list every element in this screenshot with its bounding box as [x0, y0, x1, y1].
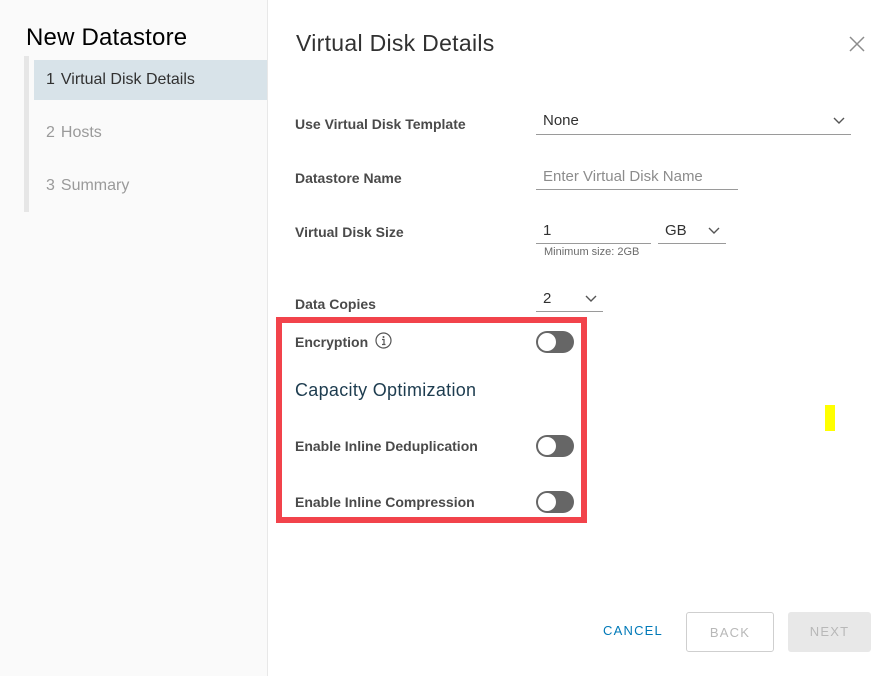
back-button[interactable]: BACK [686, 612, 774, 652]
compression-label: Enable Inline Compression [295, 494, 475, 510]
chevron-down-icon [708, 227, 720, 234]
chevron-down-icon [833, 117, 845, 124]
data-copies-select[interactable]: 2 [536, 288, 603, 312]
disk-size-value: 1 [543, 222, 552, 239]
disk-size-input[interactable]: 1 [536, 220, 651, 244]
wizard-step-nav: New Datastore 1 Virtual Disk Details 2 H… [0, 0, 268, 676]
cancel-button[interactable]: CANCEL [594, 623, 672, 643]
step-virtual-disk-details[interactable]: 1 Virtual Disk Details [34, 60, 267, 100]
template-label: Use Virtual Disk Template [295, 116, 466, 132]
disk-size-unit: GB [665, 222, 687, 239]
step-label: Hosts [60, 124, 102, 141]
datastore-name-input[interactable]: Enter Virtual Disk Name [536, 166, 738, 190]
dedup-toggle[interactable] [536, 435, 574, 457]
encryption-label: Encryption [295, 334, 369, 350]
step-number: 3 [46, 177, 55, 194]
toggle-knob [538, 437, 556, 455]
wizard-main-panel: Virtual Disk Details Use Virtual Disk Te… [268, 0, 896, 676]
datastore-name-label: Datastore Name [295, 170, 402, 186]
chevron-down-icon [585, 295, 597, 302]
step-label: Summary [60, 177, 130, 194]
dedup-label: Enable Inline Deduplication [295, 438, 478, 454]
page-title: Virtual Disk Details [296, 30, 495, 56]
yellow-marker [825, 405, 835, 431]
new-datastore-wizard: New Datastore 1 Virtual Disk Details 2 H… [0, 0, 896, 676]
info-icon[interactable] [375, 332, 392, 349]
step-summary[interactable]: 3 Summary [34, 166, 267, 206]
template-value: None [543, 112, 579, 129]
data-copies-label: Data Copies [295, 296, 376, 312]
next-button[interactable]: NEXT [788, 612, 871, 652]
wizard-title: New Datastore [26, 24, 188, 51]
step-number: 2 [46, 124, 55, 141]
data-copies-value: 2 [543, 290, 552, 307]
disk-size-hint: Minimum size: 2GB [544, 246, 640, 258]
step-hosts[interactable]: 2 Hosts [34, 113, 267, 153]
toggle-knob [538, 333, 556, 351]
disk-size-label: Virtual Disk Size [295, 224, 404, 240]
close-icon[interactable] [846, 33, 868, 55]
disk-size-unit-select[interactable]: GB [658, 220, 726, 244]
capacity-optimization-heading: Capacity Optimization [295, 380, 477, 400]
datastore-name-placeholder: Enter Virtual Disk Name [543, 168, 703, 185]
step-number: 1 [46, 71, 55, 88]
compression-toggle[interactable] [536, 491, 574, 513]
toggle-knob [538, 493, 556, 511]
step-list: 1 Virtual Disk Details 2 Hosts 3 Summary [24, 56, 272, 212]
template-select[interactable]: None [536, 110, 851, 135]
encryption-toggle[interactable] [536, 331, 574, 353]
step-label: Virtual Disk Details [60, 71, 195, 88]
